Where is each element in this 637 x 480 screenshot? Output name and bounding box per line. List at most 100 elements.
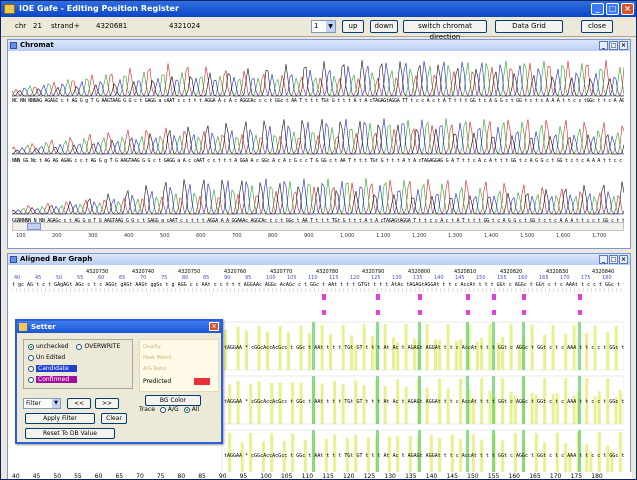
option-unedited[interactable]: Un Edited (28, 354, 65, 361)
radio-unedited[interactable] (28, 354, 34, 361)
chromat-scrollbar[interactable] (12, 222, 624, 231)
up-button[interactable]: up (342, 20, 364, 33)
chevron-down-icon: ▼ (52, 399, 60, 408)
index-label: 300 (88, 233, 98, 239)
edit-marker (322, 294, 326, 300)
index-label: 700 (232, 233, 242, 239)
chromat-panel: Chromat _ □ × NC NN NNNAG AGAGC c t AG G… (7, 39, 631, 249)
minimize-icon[interactable]: _ (591, 3, 604, 15)
match-bar (466, 430, 469, 472)
index-label: 90 (218, 473, 227, 480)
radio-confirmed[interactable] (28, 376, 34, 383)
quality-bar (618, 390, 622, 424)
chromatogram-trace-1 (12, 60, 624, 97)
index-label: 400 (124, 233, 134, 239)
quality-bar (480, 337, 484, 370)
quality-bar (501, 336, 505, 370)
chromatogram-view[interactable]: NC NN NNNAG AGAGC c t AG G g T G AAGTAAG… (12, 52, 624, 237)
reset-to-db-button[interactable]: Reset To DB Value (25, 428, 115, 439)
filter-select[interactable]: Filter ▼ (23, 398, 61, 409)
index-label: 55 (77, 275, 83, 281)
radio-unchecked[interactable] (28, 343, 34, 350)
quality-bar (413, 338, 416, 370)
radio-candidate[interactable] (28, 365, 34, 372)
data-grid-button[interactable]: Data Grid (495, 20, 563, 33)
quality-bar (597, 391, 601, 424)
page-select[interactable]: 1 ▼ (311, 20, 336, 33)
quality-bar (383, 386, 387, 424)
index-label: 60 (98, 275, 104, 281)
trace-ag-label: A/G (167, 406, 179, 413)
index-label: 105 (287, 275, 297, 281)
panel-maximize-icon[interactable]: □ (609, 41, 618, 50)
edit-marker (492, 294, 496, 300)
panel-close-icon[interactable]: × (619, 255, 628, 264)
radio-trace-all[interactable] (183, 406, 190, 413)
index-label: 175 (581, 275, 591, 281)
close-button[interactable]: close (581, 20, 613, 33)
setter-title-bar[interactable]: Setter × (17, 321, 221, 333)
index-label: 800 (268, 233, 278, 239)
index-label: 80 (182, 275, 188, 281)
index-label: 135 (405, 473, 417, 480)
legend-peak-match: Peak Match (143, 355, 172, 361)
index-label: 1,700 (592, 233, 607, 239)
index-label: 140 (434, 275, 444, 281)
prev-button[interactable]: << (67, 398, 91, 409)
status-options-group: unchecked OVERWRITE Un Edited Candidate … (23, 339, 133, 389)
panel-minimize-icon[interactable]: _ (599, 41, 608, 50)
index-label: 100 (266, 275, 276, 281)
index-label: 125 (363, 473, 376, 480)
title-bar[interactable]: IOE Gafe - Editing Position Register _ □… (1, 1, 636, 17)
aligned-title: Aligned Bar Graph (20, 255, 93, 263)
option-candidate[interactable]: Candidate (28, 365, 77, 372)
base-sequence-1: NC NN NNNAG AGAGC c t AG G g T G AAGTAAG… (12, 98, 624, 104)
panel-close-icon[interactable]: × (619, 41, 628, 50)
panel-maximize-icon[interactable]: □ (609, 255, 618, 264)
option-unchecked[interactable]: unchecked OVERWRITE (28, 343, 120, 350)
panel-icon (10, 256, 17, 263)
edit-marker (376, 310, 380, 315)
edit-marker (578, 294, 582, 300)
setter-close-icon[interactable]: × (209, 322, 219, 331)
option-confirmed[interactable]: Confirmed (28, 376, 78, 383)
down-button[interactable]: down (370, 20, 398, 33)
index-label: 145 (455, 275, 465, 281)
aligned-bottom-axis: 40 45 50 55 60 65 70 75 80 85 90 95 100 105 110 115 120 1… (8, 472, 632, 480)
index-label: 1,600 (556, 233, 571, 239)
predicted-color-swatch (194, 378, 210, 385)
chromat-axis: 100 200 300 400 500 600 700 800 900 1,000 1,100 1,2… (12, 233, 624, 245)
quality-bar (425, 387, 429, 424)
quality-bar (446, 388, 450, 424)
maximize-icon[interactable]: □ (606, 3, 619, 15)
quality-bar (564, 333, 568, 370)
clear-button[interactable]: Clear (101, 413, 127, 424)
quality-bar (350, 335, 353, 370)
next-button[interactable]: >> (95, 398, 119, 409)
index-label: 105 (280, 473, 293, 480)
radio-trace-ag[interactable] (159, 406, 166, 413)
edit-marker (492, 310, 496, 315)
chromat-panel-header[interactable]: Chromat _ □ × (8, 40, 630, 51)
match-bar (492, 430, 495, 472)
reference-sequence: t gc AG t c t GAgAGt AGc c t c AGGt gAGt… (12, 282, 624, 288)
radio-overwrite[interactable] (76, 343, 83, 350)
index-label: 1,400 (484, 233, 499, 239)
start-position: 4320681 (96, 22, 128, 30)
trace-label: Trace (139, 406, 155, 413)
app-icon (4, 4, 15, 14)
close-icon[interactable]: × (621, 3, 634, 15)
legend-ag-ratio: A/G Ratio (143, 366, 167, 372)
switch-chromat-direction-button[interactable]: switch chromat direction (403, 20, 487, 41)
bg-color-button[interactable]: BG Color (145, 395, 201, 406)
quality-bar (488, 390, 492, 424)
index-label: 175 (570, 473, 583, 480)
trace-options: Trace A/G All (139, 406, 199, 413)
apply-filter-button[interactable]: Apply Filter (25, 413, 95, 424)
trace-line (12, 178, 624, 215)
quality-bar (459, 338, 463, 370)
aligned-panel-header[interactable]: Aligned Bar Graph _ □ × (8, 254, 630, 265)
chromat-scroll-thumb[interactable] (27, 223, 41, 230)
index-label: 1,000 (340, 233, 355, 239)
panel-minimize-icon[interactable]: _ (599, 255, 608, 264)
